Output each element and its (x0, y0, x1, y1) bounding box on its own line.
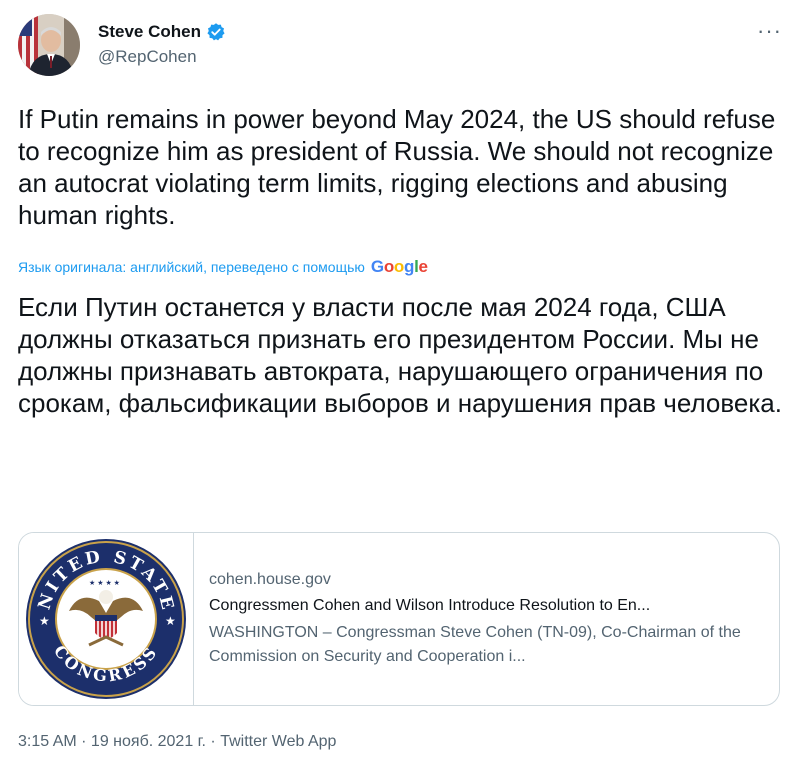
card-domain: cohen.house.gov (209, 571, 331, 588)
tweet: Steve Cohen @RepCohen ··· If Putin remai… (0, 0, 800, 775)
author-block: Steve Cohen @RepCohen (98, 22, 226, 67)
google-logo: Google (370, 257, 428, 276)
avatar[interactable] (18, 14, 80, 76)
congress-seal-icon: UNITED STATES CONGRESS ★ ★ ★ ★ ★ ★ (19, 533, 186, 699)
tweet-header: Steve Cohen @RepCohen ··· (18, 14, 782, 80)
card-description: WASHINGTON – Congressman Steve Cohen (TN… (209, 624, 741, 665)
translation-note[interactable]: Язык оригинала: английский, переведено с… (18, 257, 428, 277)
tweet-meta[interactable]: 3:15 AM · 19 нояб. 2021 г. · Twitter Web… (18, 733, 336, 751)
card-thumbnail: UNITED STATES CONGRESS ★ ★ ★ ★ ★ ★ (19, 533, 194, 705)
link-card[interactable]: UNITED STATES CONGRESS ★ ★ ★ ★ ★ ★ cohen… (18, 532, 780, 706)
svg-text:★: ★ (39, 614, 50, 628)
translated-text: Если Путин останется у власти после мая … (18, 292, 782, 418)
svg-text:★: ★ (165, 614, 176, 628)
translation-note-text: Язык оригинала: английский, переведено с… (18, 259, 365, 275)
author-name[interactable]: Steve Cohen (98, 22, 201, 42)
verified-badge-icon (206, 22, 226, 42)
author-handle[interactable]: @RepCohen (98, 47, 226, 67)
tweet-text: If Putin remains in power beyond May 202… (18, 104, 776, 230)
svg-text:★ ★ ★ ★: ★ ★ ★ ★ (89, 579, 120, 587)
more-options-icon[interactable]: ··· (757, 20, 782, 42)
card-title[interactable]: Congressmen Cohen and Wilson Introduce R… (209, 597, 765, 615)
card-body: cohen.house.gov Congressmen Cohen and Wi… (209, 571, 765, 669)
